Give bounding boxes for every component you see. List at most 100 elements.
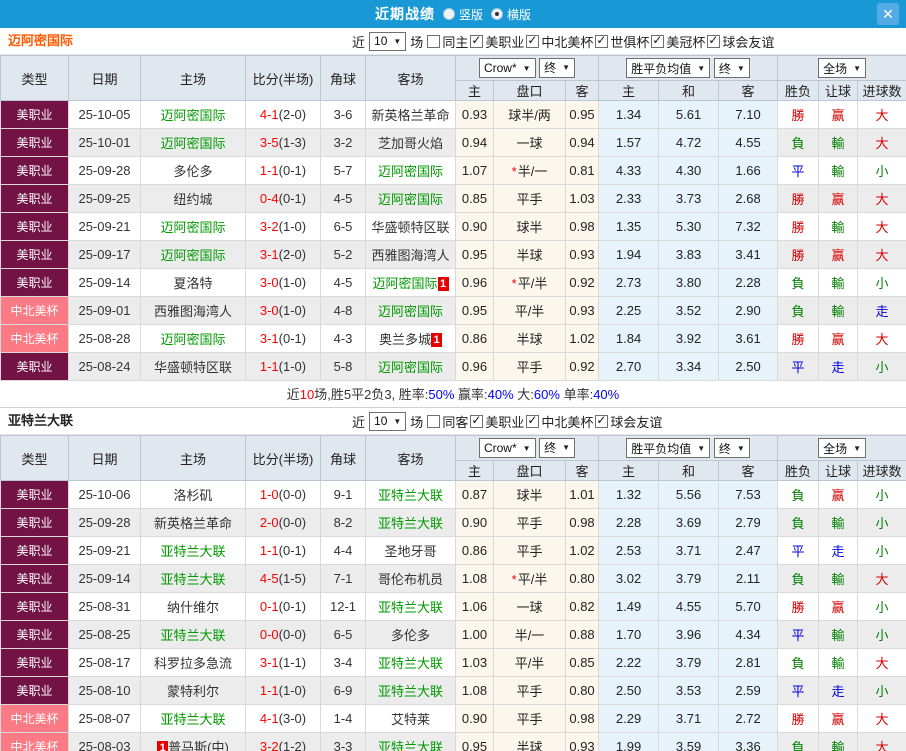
close-button[interactable]: ✕ xyxy=(877,3,899,25)
layout-radio-selected[interactable]: 横版 xyxy=(491,6,531,23)
col-odds-handicap: 盘口 xyxy=(493,460,566,481)
home-team-link[interactable]: 迈阿密国际 xyxy=(160,108,225,123)
league-cell: 美职业 xyxy=(0,352,69,381)
date-cell: 25-08-07 xyxy=(68,704,141,733)
result-handicap-cell: 輸 xyxy=(818,620,859,649)
league-filter[interactable]: 美职业 xyxy=(470,32,524,51)
avg-draw-cell: 4.72 xyxy=(658,128,720,157)
home-team-link[interactable]: 多伦多 xyxy=(173,164,212,179)
match-row: 美职业 25-08-24 华盛顿特区联 1-1(1-0) 5-8 迈阿密国际 0.96 平手 0… xyxy=(0,352,906,381)
away-team-link[interactable]: 亚特兰大联 xyxy=(378,488,443,503)
home-team-link[interactable]: 亚特兰大联 xyxy=(160,572,225,587)
away-team-link[interactable]: 圣地牙哥 xyxy=(384,544,436,559)
home-team-link[interactable]: 迈阿密国际 xyxy=(160,220,225,235)
away-team-link[interactable]: 奥兰多城 xyxy=(379,332,431,347)
same-venue-checkbox[interactable]: 同客 xyxy=(427,412,468,431)
fulltime-score: 3-5 xyxy=(259,135,279,150)
final-avg-dropdown[interactable]: 终 xyxy=(713,438,750,458)
layout-radio-option[interactable]: 竖版 xyxy=(442,6,483,23)
league-filter[interactable]: 中北美杯 xyxy=(526,32,593,51)
recent-count-select[interactable]: 10 xyxy=(369,411,407,431)
home-team-link[interactable]: 迈阿密国际 xyxy=(160,332,225,347)
odds-company-dropdown[interactable]: Crow* xyxy=(478,58,536,79)
result-wdl-cell: 負 xyxy=(777,508,820,537)
away-team-link[interactable]: 亚特兰大联 xyxy=(378,656,443,671)
fulltime-score: 0-4 xyxy=(259,191,279,206)
home-team-link[interactable]: 亚特兰大联 xyxy=(160,712,225,727)
away-team-link[interactable]: 新英格兰革命 xyxy=(371,108,449,123)
league-filter[interactable]: 中北美杯 xyxy=(526,412,593,431)
home-team-link[interactable]: 纳什维尔 xyxy=(167,600,219,615)
away-team-link[interactable]: 亚特兰大联 xyxy=(378,600,443,615)
league-filter[interactable]: 球会友谊 xyxy=(595,412,662,431)
home-team-link[interactable]: 华盛顿特区联 xyxy=(154,360,232,375)
final-odds-dropdown[interactable]: 终 xyxy=(539,437,576,458)
recent-results-popup: 近期战绩 竖版横版 ✕ 迈阿密国际 近 10 场 同主 美职业中北美杯世俱杯美冠… xyxy=(0,0,906,751)
away-team-link[interactable]: 亚特兰大联 xyxy=(378,516,443,531)
avg-home-cell: 1.32 xyxy=(598,480,660,509)
away-team-link[interactable]: 迈阿密国际 xyxy=(378,192,443,207)
home-team-link[interactable]: 新英格兰革命 xyxy=(154,516,232,531)
home-team-link[interactable]: 纽约城 xyxy=(173,192,212,207)
filter-row: 迈阿密国际 近 10 场 同主 美职业中北美杯世俱杯美冠杯球会友谊 xyxy=(0,28,906,55)
home-team-link[interactable]: 亚特兰大联 xyxy=(160,544,225,559)
corner-cell: 1-4 xyxy=(320,704,366,733)
away-team-link[interactable]: 艾特莱 xyxy=(391,712,430,727)
avg-dropdown[interactable]: 胜平负均值 xyxy=(626,58,711,78)
home-team-link[interactable]: 迈阿密国际 xyxy=(160,136,225,151)
home-team-link[interactable]: 夏洛特 xyxy=(173,276,212,291)
home-team-link[interactable]: 亚特兰大联 xyxy=(160,628,225,643)
summary-segment: 近 xyxy=(286,387,300,402)
date-cell: 25-09-01 xyxy=(68,296,141,325)
match-row: 中北美杯 25-09-01 西雅图海湾人 3-0(1-0) 4-8 迈阿密国际 0.95 平/… xyxy=(0,296,906,325)
result-goals-cell: 小 xyxy=(857,156,906,185)
home-team-link[interactable]: 迈阿密国际 xyxy=(160,248,225,263)
home-team-link[interactable]: 蒙特利尔 xyxy=(167,684,219,699)
home-team-cell: 迈阿密国际 xyxy=(140,324,246,353)
result-goals-cell: 大 xyxy=(857,128,906,157)
league-filter[interactable]: 美冠杯 xyxy=(651,32,705,51)
away-team-link[interactable]: 迈阿密国际 xyxy=(378,360,443,375)
league-filter[interactable]: 美职业 xyxy=(470,412,524,431)
home-team-link[interactable]: 西雅图海湾人 xyxy=(154,304,232,319)
avg-draw-cell: 3.79 xyxy=(658,564,720,593)
odds-company-dropdown[interactable]: Crow* xyxy=(478,438,536,459)
away-team-link[interactable]: 迈阿密国际 xyxy=(372,276,437,291)
away-team-link[interactable]: 西雅图海湾人 xyxy=(371,248,449,263)
home-team-link[interactable]: 洛杉矶 xyxy=(173,488,212,503)
league-filter[interactable]: 世俱杯 xyxy=(595,32,649,51)
avg-away-cell: 4.34 xyxy=(718,620,779,649)
odds-home-cell: 0.93 xyxy=(455,100,494,129)
away-team-cell: 亚特兰大联 xyxy=(365,732,456,751)
away-team-link[interactable]: 华盛顿特区联 xyxy=(371,220,449,235)
avg-dropdown[interactable]: 胜平负均值 xyxy=(626,438,711,458)
corner-cell: 9-1 xyxy=(320,480,366,509)
result-goals-cell: 大 xyxy=(857,704,906,733)
full-match-dropdown[interactable]: 全场 xyxy=(818,438,866,458)
away-team-cell: 亚特兰大联 xyxy=(365,508,456,537)
avg-home-cell: 2.22 xyxy=(598,648,660,677)
handicap-cell: *平/半 xyxy=(493,564,566,593)
away-team-link[interactable]: 多伦多 xyxy=(391,628,430,643)
result-handicap-cell: 赢 xyxy=(818,704,859,733)
home-team-link[interactable]: 普马斯(中) xyxy=(168,740,229,751)
final-odds-dropdown[interactable]: 终 xyxy=(539,57,576,78)
away-team-link[interactable]: 亚特兰大联 xyxy=(378,684,443,699)
final-avg-dropdown[interactable]: 终 xyxy=(713,58,750,78)
result-handicap-cell: 輸 xyxy=(818,212,859,241)
avg-away-cell: 7.53 xyxy=(718,480,779,509)
away-team-link[interactable]: 芝加哥火焰 xyxy=(378,136,443,151)
same-venue-checkbox[interactable]: 同主 xyxy=(427,32,468,51)
games-label: 场 xyxy=(410,414,424,430)
league-filter[interactable]: 球会友谊 xyxy=(707,32,774,51)
away-team-link[interactable]: 哥伦布机员 xyxy=(378,572,443,587)
match-row: 美职业 25-09-14 夏洛特 3-0(1-0) 4-5 迈阿密国际 1 0.96 *平/半 0… xyxy=(0,268,906,297)
full-match-dropdown[interactable]: 全场 xyxy=(818,58,866,78)
date-cell: 25-08-10 xyxy=(68,676,141,705)
away-team-link[interactable]: 亚特兰大联 xyxy=(378,740,443,751)
away-team-link[interactable]: 迈阿密国际 xyxy=(378,304,443,319)
result-handicap-cell: 走 xyxy=(818,352,859,381)
home-team-link[interactable]: 科罗拉多急流 xyxy=(154,656,232,671)
recent-count-select[interactable]: 10 xyxy=(369,31,407,51)
away-team-link[interactable]: 迈阿密国际 xyxy=(378,164,443,179)
